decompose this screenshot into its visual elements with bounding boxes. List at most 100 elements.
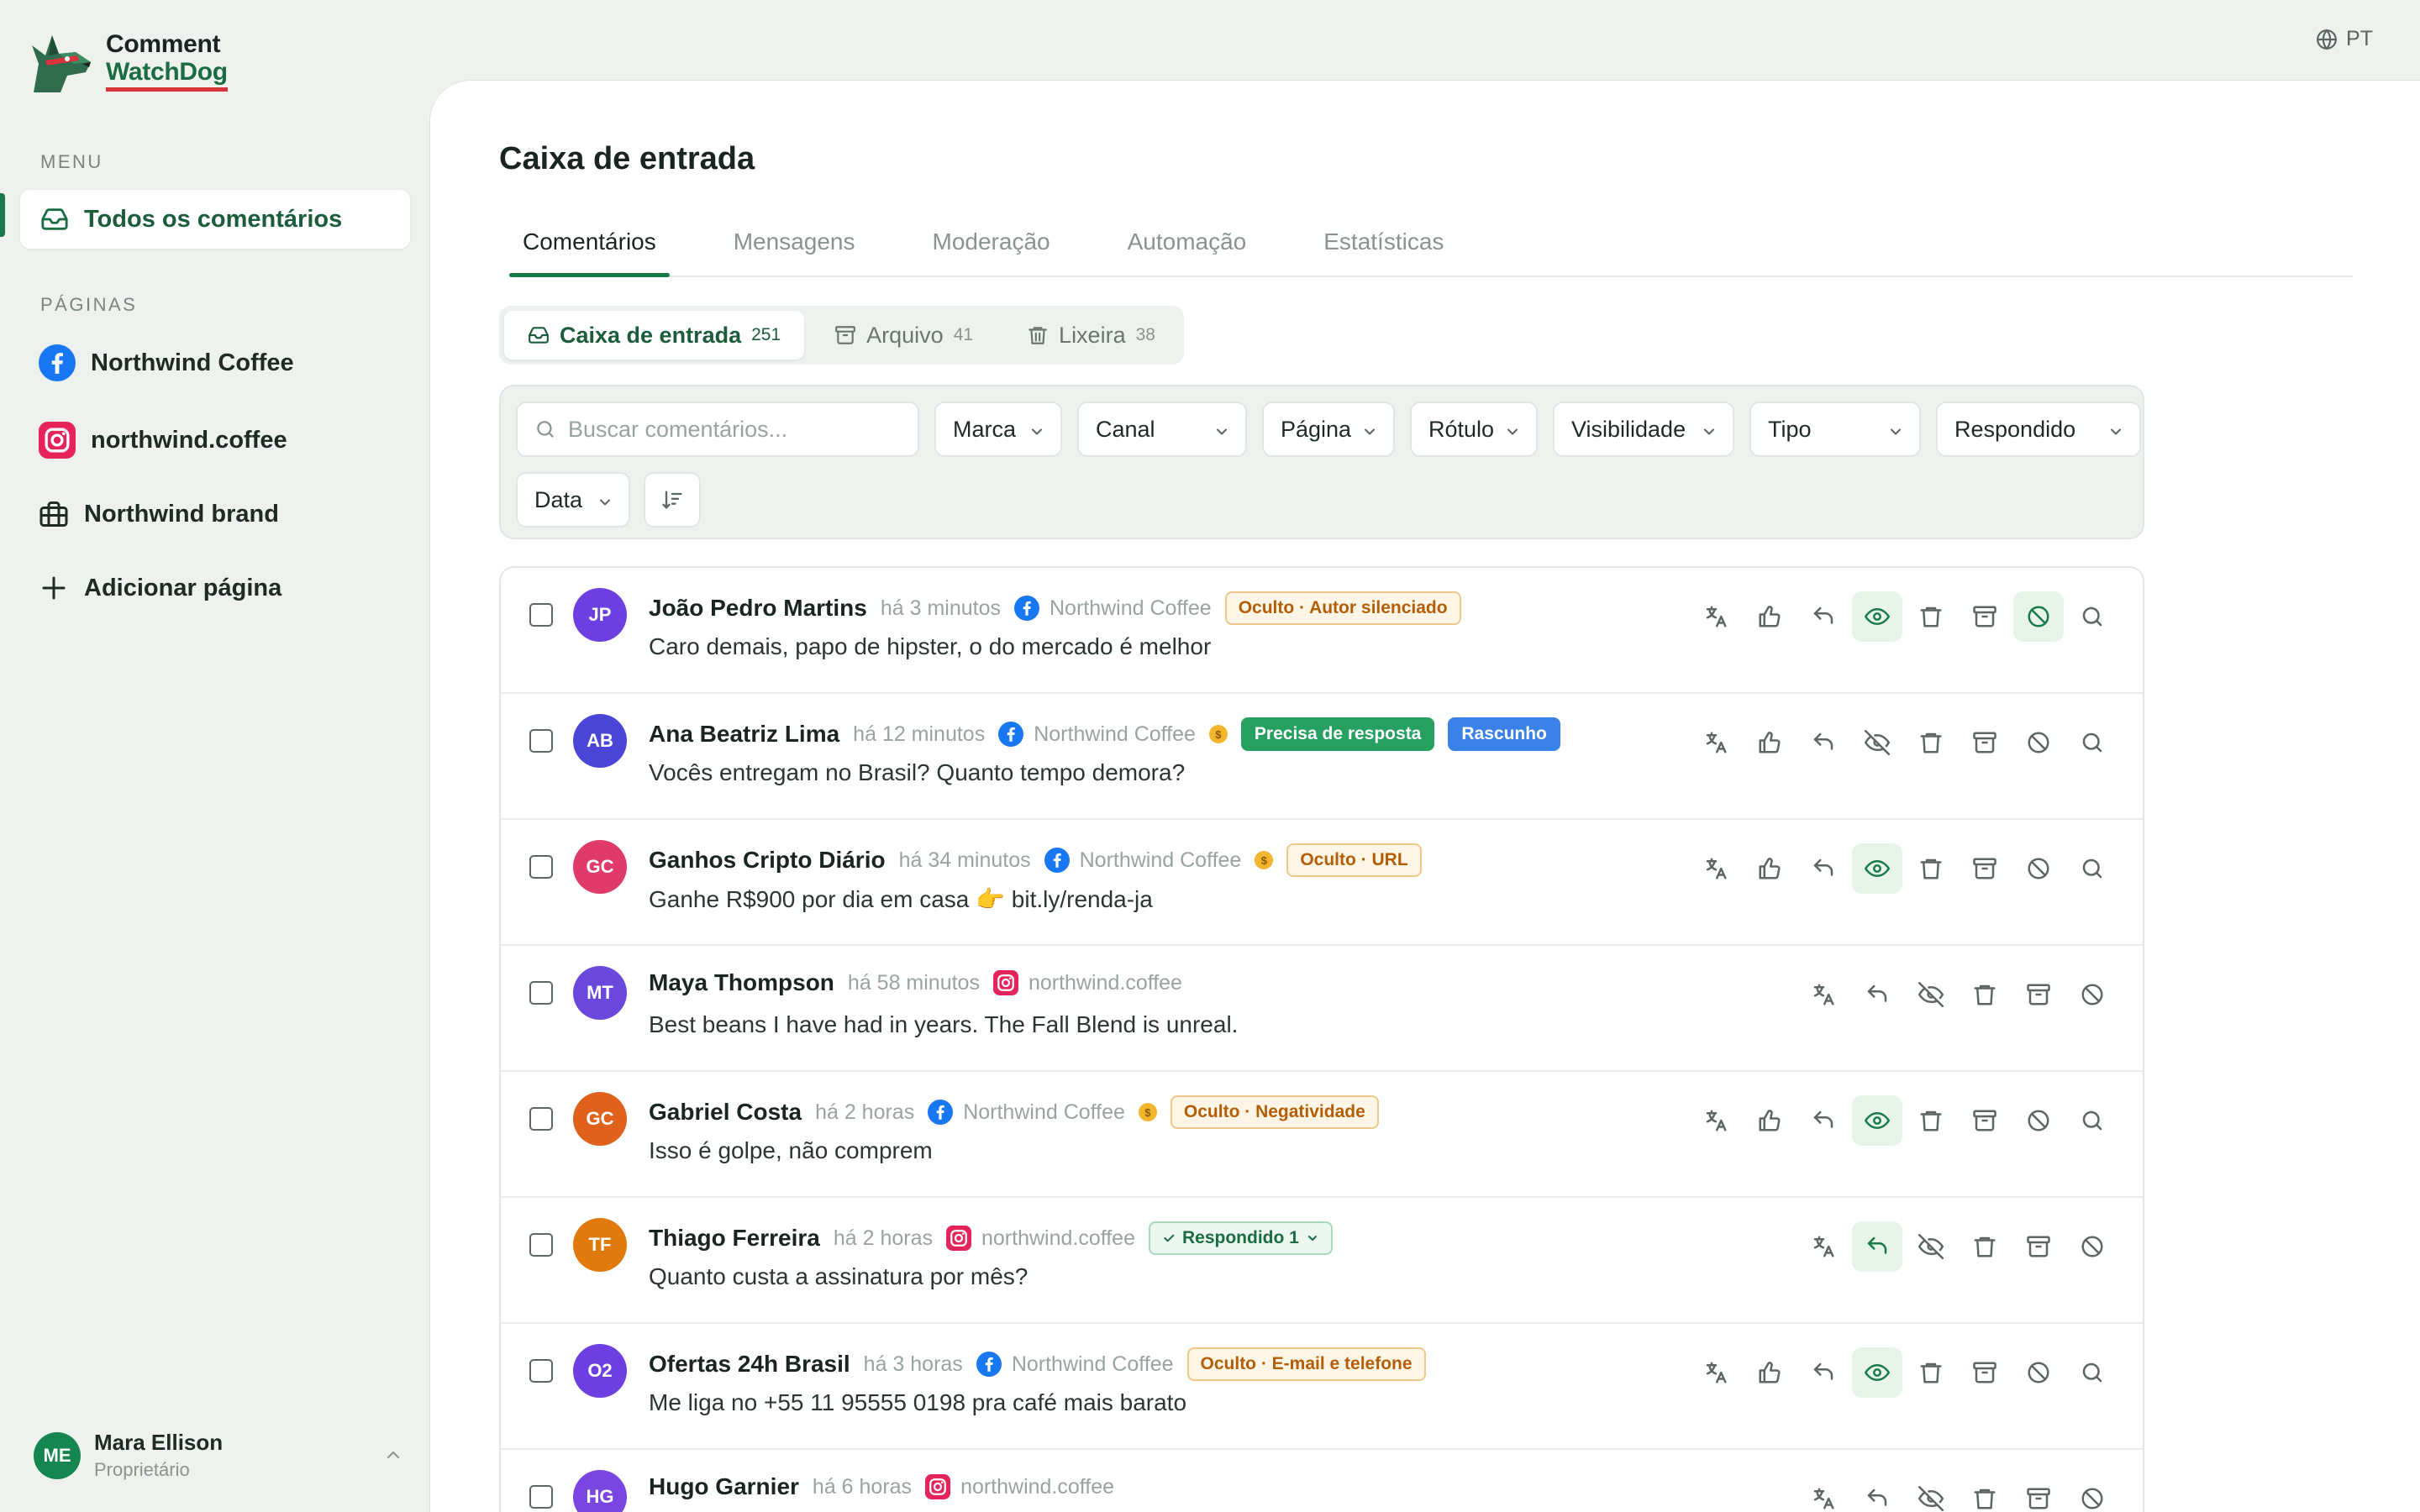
filter-pagina[interactable]: Página: [1262, 402, 1395, 457]
search-action-button[interactable]: [2067, 843, 2118, 894]
like-action-button[interactable]: [1744, 717, 1795, 768]
tab-automacao[interactable]: Automação: [1114, 223, 1260, 276]
reply-action-button[interactable]: [1798, 717, 1849, 768]
reply-action-button[interactable]: [1852, 969, 1902, 1020]
trash-action-button[interactable]: [1906, 1095, 1956, 1146]
select-checkbox[interactable]: [529, 1359, 553, 1383]
select-checkbox[interactable]: [529, 855, 553, 879]
comment-row[interactable]: O2 Ofertas 24h Brasil há 3 horas Northwi…: [501, 1324, 2143, 1450]
sidebar-item-all-comments[interactable]: Todos os comentários: [20, 190, 410, 249]
trash-action-button[interactable]: [1906, 591, 1956, 642]
archive-action-button[interactable]: [1960, 843, 2010, 894]
replied-badge[interactable]: Respondido 1: [1148, 1221, 1333, 1255]
select-checkbox[interactable]: [529, 1233, 553, 1257]
language-switcher[interactable]: PT: [2316, 27, 2373, 51]
reply-action-button[interactable]: [1798, 843, 1849, 894]
author-name[interactable]: Gabriel Costa: [649, 1099, 802, 1126]
filter-data[interactable]: Data: [516, 472, 630, 528]
translate-action-button[interactable]: [1691, 717, 1741, 768]
translate-action-button[interactable]: [1691, 1347, 1741, 1398]
filter-tipo[interactable]: Tipo: [1749, 402, 1921, 457]
select-checkbox[interactable]: [529, 603, 553, 627]
tab-comentarios[interactable]: Comentários: [509, 223, 670, 277]
ban-action-button[interactable]: [2013, 717, 2064, 768]
reply-action-button[interactable]: [1852, 1221, 1902, 1272]
author-name[interactable]: Ofertas 24h Brasil: [649, 1351, 850, 1378]
ban-action-button[interactable]: [2013, 843, 2064, 894]
translate-action-button[interactable]: [1691, 591, 1741, 642]
subtab-trash[interactable]: Lixeira 38: [1003, 311, 1179, 360]
author-name[interactable]: Ganhos Cripto Diário: [649, 847, 886, 874]
eye-off-action-button[interactable]: [1906, 1473, 1956, 1512]
sidebar-item-northwind-coffee-facebook[interactable]: Northwind Coffee: [39, 344, 294, 381]
author-name[interactable]: Ana Beatriz Lima: [649, 721, 839, 748]
search-action-button[interactable]: [2067, 1347, 2118, 1398]
tab-moderacao[interactable]: Moderação: [919, 223, 1064, 276]
ban-action-button[interactable]: [2067, 1473, 2118, 1512]
archive-action-button[interactable]: [1960, 591, 2010, 642]
translate-action-button[interactable]: [1691, 843, 1741, 894]
sidebar-item-northwind-brand[interactable]: Northwind brand: [39, 499, 279, 529]
comment-row[interactable]: GC Gabriel Costa há 2 horas Northwind Co…: [501, 1072, 2143, 1198]
comment-row[interactable]: MT Maya Thompson há 58 minutos northwind…: [501, 946, 2143, 1072]
ban-action-button[interactable]: [2067, 1221, 2118, 1272]
translate-action-button[interactable]: [1691, 1095, 1741, 1146]
add-page-button[interactable]: Adicionar página: [39, 573, 281, 603]
eye-action-button[interactable]: [1852, 1347, 1902, 1398]
ban-action-button[interactable]: [2013, 1095, 2064, 1146]
trash-action-button[interactable]: [1906, 843, 1956, 894]
tab-mensagens[interactable]: Mensagens: [720, 223, 869, 276]
like-action-button[interactable]: [1744, 843, 1795, 894]
select-checkbox[interactable]: [529, 1107, 553, 1131]
sidebar-item-northwind-instagram[interactable]: northwind.coffee: [39, 422, 287, 459]
eye-action-button[interactable]: [1852, 591, 1902, 642]
archive-action-button[interactable]: [1960, 1347, 2010, 1398]
subtab-archive[interactable]: Arquivo 41: [811, 311, 997, 360]
search-action-button[interactable]: [2067, 717, 2118, 768]
like-action-button[interactable]: [1744, 591, 1795, 642]
reply-action-button[interactable]: [1852, 1473, 1902, 1512]
archive-action-button[interactable]: [2013, 1473, 2064, 1512]
trash-action-button[interactable]: [1960, 1473, 2010, 1512]
ban-action-button[interactable]: [2067, 969, 2118, 1020]
author-name[interactable]: Thiago Ferreira: [649, 1225, 820, 1252]
filter-canal[interactable]: Canal: [1077, 402, 1247, 457]
trash-action-button[interactable]: [1906, 717, 1956, 768]
filter-respondido[interactable]: Respondido: [1936, 402, 2141, 457]
archive-action-button[interactable]: [1960, 717, 2010, 768]
tab-estatisticas[interactable]: Estatísticas: [1310, 223, 1457, 276]
comment-row[interactable]: GC Ganhos Cripto Diário há 34 minutos No…: [501, 820, 2143, 946]
translate-action-button[interactable]: [1798, 969, 1849, 1020]
subtab-inbox[interactable]: Caixa de entrada 251: [504, 311, 805, 360]
eye-off-action-button[interactable]: [1852, 717, 1902, 768]
author-name[interactable]: João Pedro Martins: [649, 595, 867, 622]
user-menu[interactable]: ME Mara Ellison Proprietário: [34, 1430, 403, 1481]
search-input[interactable]: Buscar comentários...: [516, 402, 919, 457]
filter-marca[interactable]: Marca: [934, 402, 1062, 457]
comment-row[interactable]: JP João Pedro Martins há 3 minutos North…: [501, 568, 2143, 694]
translate-action-button[interactable]: [1798, 1473, 1849, 1512]
select-checkbox[interactable]: [529, 729, 553, 753]
like-action-button[interactable]: [1744, 1095, 1795, 1146]
ban-action-button[interactable]: [2013, 1347, 2064, 1398]
ban-action-button[interactable]: [2013, 591, 2064, 642]
chevron-up-icon[interactable]: [383, 1445, 403, 1465]
comment-row[interactable]: HG Hugo Garnier há 6 horas northwind.cof…: [501, 1450, 2143, 1512]
search-action-button[interactable]: [2067, 591, 2118, 642]
like-action-button[interactable]: [1744, 1347, 1795, 1398]
filter-rotulo[interactable]: Rótulo: [1410, 402, 1538, 457]
author-name[interactable]: Maya Thompson: [649, 969, 834, 996]
trash-action-button[interactable]: [1960, 969, 2010, 1020]
reply-action-button[interactable]: [1798, 591, 1849, 642]
comment-row[interactable]: AB Ana Beatriz Lima há 12 minutos Northw…: [501, 694, 2143, 820]
author-name[interactable]: Hugo Garnier: [649, 1473, 799, 1500]
eye-off-action-button[interactable]: [1906, 969, 1956, 1020]
comment-row[interactable]: TF Thiago Ferreira há 2 horas northwind.…: [501, 1198, 2143, 1324]
eye-off-action-button[interactable]: [1906, 1221, 1956, 1272]
archive-action-button[interactable]: [2013, 1221, 2064, 1272]
select-checkbox[interactable]: [529, 981, 553, 1005]
archive-action-button[interactable]: [2013, 969, 2064, 1020]
sort-button[interactable]: [644, 472, 701, 528]
trash-action-button[interactable]: [1906, 1347, 1956, 1398]
eye-action-button[interactable]: [1852, 843, 1902, 894]
